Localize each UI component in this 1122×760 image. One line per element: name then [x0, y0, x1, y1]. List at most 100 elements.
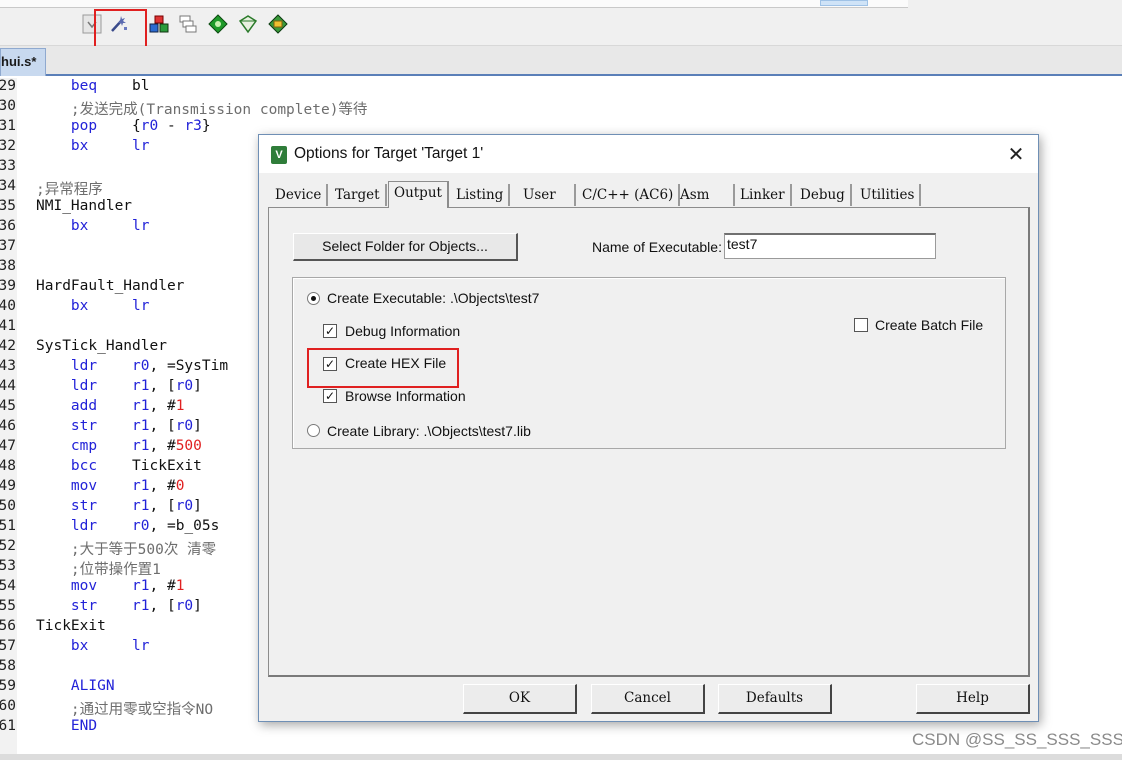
create-batch-file-checkbox[interactable] — [854, 318, 868, 332]
watermark: CSDN @SS_SS_SSS_SSS — [912, 730, 1122, 749]
line-number: 42 — [0, 338, 16, 354]
defaults-button[interactable]: Defaults — [718, 684, 832, 714]
line-number: 44 — [0, 378, 16, 394]
line-number: 41 — [0, 318, 16, 334]
code-text: bx lr — [36, 218, 150, 234]
code-text: ;位带操作置1 — [36, 562, 161, 578]
highlight-create-hex-file — [307, 348, 459, 388]
debug-information-checkbox[interactable]: ✓ — [323, 324, 337, 338]
diamond-green-icon[interactable] — [208, 14, 228, 34]
line-number: 30 — [0, 98, 16, 114]
code-text: ldr r0, =b_05s — [36, 518, 220, 534]
code-text: ;异常程序 — [36, 182, 103, 198]
stack-icon[interactable] — [178, 14, 198, 34]
code-text: cmp r1, #500 — [36, 438, 202, 454]
editor-tabbar: hui.s* — [0, 46, 1122, 76]
line-number: 39 — [0, 278, 16, 294]
code-text: ;发送完成(Transmission complete)等待 — [36, 102, 368, 118]
line-number: 37 — [0, 238, 16, 254]
code-text: bx lr — [36, 638, 150, 654]
code-text: SysTick_Handler — [36, 338, 167, 354]
code-text: ldr r1, [r0] — [36, 378, 202, 394]
browse-information-checkbox[interactable]: ✓ — [323, 389, 337, 403]
line-number: 61 — [0, 718, 16, 734]
code-text: bx lr — [36, 138, 150, 154]
line-number: 38 — [0, 258, 16, 274]
code-text: add r1, #1 — [36, 398, 185, 414]
diamond-outline-icon[interactable] — [238, 14, 258, 34]
code-text: ;大于等于500次 清零 — [36, 542, 217, 558]
options-dialog: V Options for Target 'Target 1' ✕ Device… — [258, 134, 1039, 722]
line-number: 35 — [0, 198, 16, 214]
dialog-title: Options for Target 'Target 1' — [294, 145, 484, 162]
cancel-button[interactable]: Cancel — [591, 684, 705, 714]
name-of-executable-input[interactable]: test7 — [724, 233, 936, 259]
line-number: 53 — [0, 558, 16, 574]
code-text: beq bl — [36, 78, 150, 94]
line-number: 56 — [0, 618, 16, 634]
select-folder-button[interactable]: Select Folder for Objects... — [293, 233, 518, 261]
line-number: 60 — [0, 698, 16, 714]
line-number: 29 — [0, 78, 16, 94]
code-text: str r1, [r0] — [36, 498, 202, 514]
help-button[interactable]: Help — [916, 684, 1030, 714]
tab-output[interactable]: Output — [388, 181, 449, 208]
code-text: str r1, [r0] — [36, 418, 202, 434]
file-tab[interactable]: hui.s* — [0, 48, 46, 76]
create-library-label: Create Library: .\Objects\test7.lib — [327, 423, 531, 439]
browse-information-label: Browse Information — [345, 388, 466, 404]
tab-linker[interactable]: Linker — [735, 184, 792, 206]
debug-information-label: Debug Information — [345, 323, 461, 339]
code-text: END — [36, 718, 98, 734]
line-number: 33 — [0, 158, 16, 174]
code-text: mov r1, #0 — [36, 478, 185, 494]
code-text: bx lr — [36, 298, 150, 314]
keil-app-icon: V — [271, 146, 287, 164]
create-executable-radio[interactable] — [307, 292, 320, 305]
toolbar — [0, 0, 1122, 46]
active-toolbar-button[interactable] — [820, 0, 868, 6]
line-number: 59 — [0, 678, 16, 694]
dialog-titlebar[interactable]: V Options for Target 'Target 1' ✕ — [259, 135, 1038, 173]
code-text: pop {r0 - r3} — [36, 118, 211, 134]
line-number: 34 — [0, 178, 16, 194]
code-text: TickExit — [36, 618, 106, 634]
line-number: 52 — [0, 538, 16, 554]
code-text: NMI_Handler — [36, 198, 133, 214]
line-number: 47 — [0, 438, 16, 454]
tab-asm[interactable]: Asm — [675, 184, 735, 206]
line-number: 51 — [0, 518, 16, 534]
create-executable-label: Create Executable: .\Objects\test7 — [327, 290, 540, 306]
code-text: str r1, [r0] — [36, 598, 202, 614]
create-library-radio[interactable] — [307, 424, 320, 437]
component-icon[interactable] — [149, 14, 169, 34]
name-of-executable-label: Name of Executable: — [592, 239, 722, 255]
code-text: ALIGN — [36, 678, 115, 694]
tab-target[interactable]: Target — [330, 184, 387, 206]
horizontal-scrollbar[interactable] — [0, 754, 1122, 760]
line-number: 49 — [0, 478, 16, 494]
line-number: 57 — [0, 638, 16, 654]
line-number: 45 — [0, 398, 16, 414]
line-number: 55 — [0, 598, 16, 614]
tab-listing[interactable]: Listing — [451, 184, 511, 206]
line-number: 54 — [0, 578, 16, 594]
line-number: 50 — [0, 498, 16, 514]
line-number: 31 — [0, 118, 16, 134]
file-tab-label: hui.s* — [1, 54, 37, 69]
line-number: 46 — [0, 418, 16, 434]
code-text: ;通过用零或空指令NO — [36, 702, 214, 718]
pack-installer-icon[interactable] — [268, 14, 288, 34]
menu-strip — [0, 0, 908, 8]
tab-c-cpp[interactable]: C/C++ (AC6) — [577, 184, 681, 206]
tab-utilities[interactable]: Utilities — [855, 184, 922, 206]
tab-debug[interactable]: Debug — [795, 184, 852, 206]
tab-user[interactable]: User — [518, 184, 576, 206]
tab-device[interactable]: Device — [270, 184, 329, 206]
close-icon[interactable]: ✕ — [1005, 144, 1027, 164]
ok-button[interactable]: OK — [463, 684, 577, 714]
code-text: bcc TickExit — [36, 458, 202, 474]
line-number: 58 — [0, 658, 16, 674]
code-text: HardFault_Handler — [36, 278, 185, 294]
line-number: 36 — [0, 218, 16, 234]
